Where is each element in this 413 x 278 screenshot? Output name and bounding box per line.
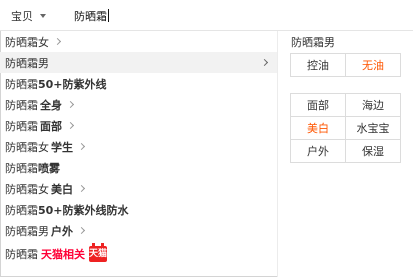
search-scope-dropdown[interactable]: 宝贝 [11, 8, 46, 24]
suggestion-text: 防晒霜女 [5, 35, 49, 49]
attribute-tag[interactable]: 面部 [290, 93, 346, 117]
suggestion-text: 防晒霜 [5, 247, 38, 261]
suggestion-text: 防晒霜 [5, 203, 38, 217]
suggestion-item[interactable]: 防晒霜 50+防紫外线 [0, 73, 277, 94]
suggestion-completion: 全身 [40, 98, 62, 112]
attribute-tag-group: 面部 海边 美白 水宝宝 户外 保湿 [290, 93, 401, 163]
attribute-tag-highlighted[interactable]: 无油 [345, 53, 401, 77]
caret-down-icon [40, 14, 46, 18]
attribute-tag[interactable]: 户外 [290, 139, 346, 163]
suggestion-text: 防晒霜男 [5, 224, 49, 238]
suggestion-list: 防晒霜女 防晒霜男 防晒霜 50+防紫外线 防晒霜 全身 防晒霜 面部 防晒霜女 … [0, 31, 277, 277]
suggestion-item[interactable]: 防晒霜 喷雾 [0, 157, 277, 178]
suggestion-completion: 50+防紫外线防水 [38, 203, 129, 217]
suggestion-item[interactable]: 防晒霜男 户外 [0, 220, 277, 241]
chevron-right-icon [66, 100, 75, 109]
attribute-tag[interactable]: 控油 [290, 53, 346, 77]
suggestion-text: 防晒霜 [5, 98, 38, 112]
suggestion-completion: 户外 [51, 224, 73, 238]
suggestion-completion: 美白 [51, 182, 73, 196]
tmall-suggestion-item[interactable]: 防晒霜 天猫相关 天猫 [0, 242, 277, 264]
suggestion-completion: 50+防紫外线 [38, 77, 107, 91]
suggestion-text: 防晒霜女 [5, 140, 49, 154]
search-scope-label: 宝贝 [11, 10, 33, 23]
attribute-tag[interactable]: 海边 [345, 93, 401, 117]
suggestion-item[interactable]: 防晒霜女 [0, 31, 277, 52]
suggestion-text: 防晒霜 [5, 161, 38, 175]
search-bar: 宝贝 防晒霜 [0, 0, 413, 31]
suggestion-item[interactable]: 防晒霜 全身 [0, 94, 277, 115]
attribute-tag-group: 控油 无油 [290, 53, 401, 77]
suggestion-text: 防晒霜男 [5, 56, 49, 70]
tmall-cat-icon: 天猫 [89, 242, 107, 262]
chevron-right-icon [260, 58, 269, 67]
search-input[interactable]: 防晒霜 [74, 8, 109, 24]
suggestion-text: 防晒霜女 [5, 182, 49, 196]
chevron-right-icon [77, 184, 86, 193]
tmall-related-label: 天猫相关 [41, 247, 85, 261]
suggestion-item-selected[interactable]: 防晒霜男 [0, 52, 277, 73]
chevron-right-icon [53, 37, 62, 46]
suggestion-completion: 面部 [40, 119, 62, 133]
suggestion-text: 防晒霜 [5, 119, 38, 133]
suggestion-text: 防晒霜 [5, 77, 38, 91]
suggestion-item[interactable]: 防晒霜女 学生 [0, 136, 277, 157]
panel-title: 防晒霜男 [291, 36, 335, 49]
text-cursor [108, 9, 109, 22]
attribute-tag[interactable]: 保湿 [345, 139, 401, 163]
suggestion-completion: 学生 [51, 140, 73, 154]
attribute-tag-highlighted[interactable]: 美白 [290, 116, 346, 140]
attribute-panel: 防晒霜男 控油 无油 面部 海边 美白 水宝宝 户外 保湿 [277, 31, 413, 277]
chevron-right-icon [66, 121, 75, 130]
attribute-tag[interactable]: 水宝宝 [345, 116, 401, 140]
suggestion-item[interactable]: 防晒霜 50+防紫外线防水 [0, 199, 277, 220]
search-query-text: 防晒霜 [74, 10, 107, 23]
suggestion-item[interactable]: 防晒霜女 美白 [0, 178, 277, 199]
suggestion-completion: 喷雾 [38, 161, 60, 175]
chevron-right-icon [77, 142, 86, 151]
suggestion-item[interactable]: 防晒霜 面部 [0, 115, 277, 136]
chevron-right-icon [77, 226, 86, 235]
